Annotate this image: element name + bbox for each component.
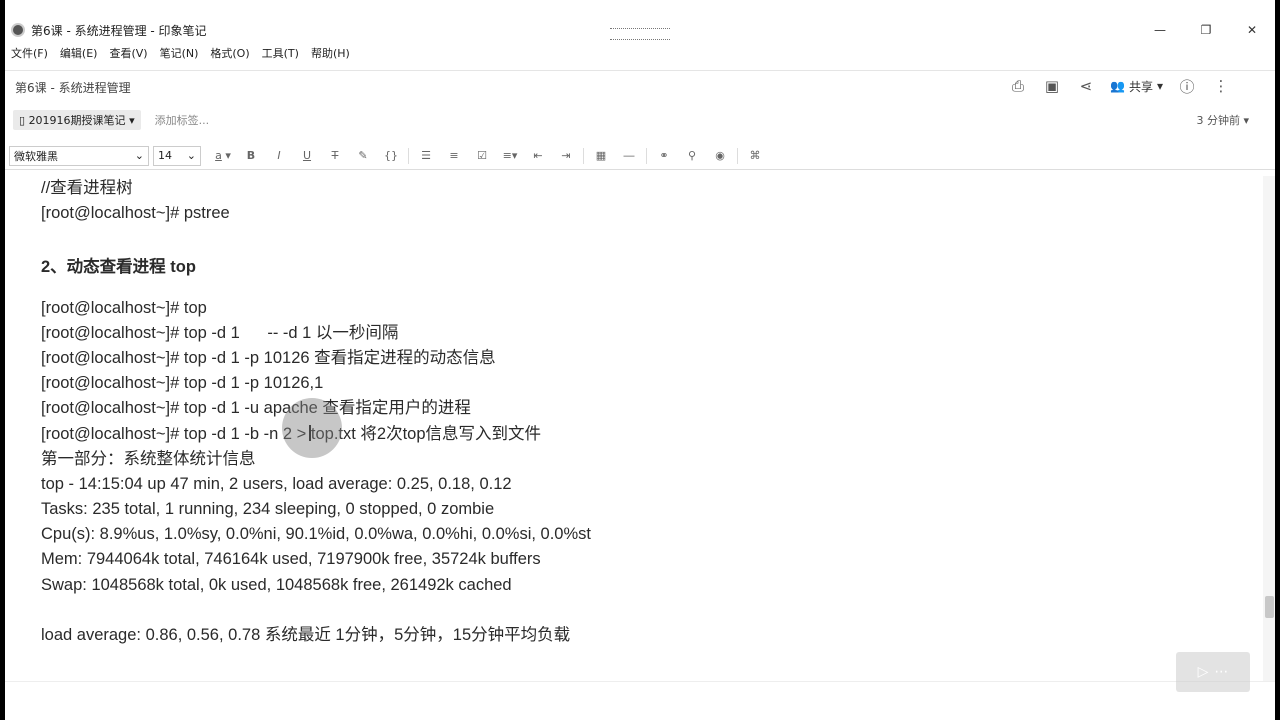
- link-icon[interactable]: ⚭: [650, 146, 678, 166]
- more-icon[interactable]: ⋮: [1211, 76, 1231, 96]
- bottom-area: [5, 681, 1275, 720]
- present-icon[interactable]: ▣: [1042, 76, 1062, 96]
- notebook-tag-row: ▯ 201916期授课笔记 ▾ 添加标签... 3 分钟前 ▾: [5, 106, 1275, 134]
- play-icon: ▷: [1197, 664, 1209, 680]
- tag-input[interactable]: 添加标签...: [155, 112, 210, 128]
- window-controls: — ❐ ✕: [1137, 18, 1275, 42]
- screen-border-right: [1275, 0, 1280, 720]
- bullet-list-icon[interactable]: ☰: [412, 146, 440, 166]
- menu-format[interactable]: 格式(O): [204, 44, 255, 64]
- note-title: 第6课 - 系统进程管理: [15, 81, 131, 95]
- updated-time[interactable]: 3 分钟前 ▾: [1196, 112, 1249, 128]
- text-line: Swap: 1048568k total, 0k used, 1048568k …: [41, 575, 512, 594]
- chevron-down-icon: ⌄: [186, 149, 196, 162]
- chevron-down-icon: ⌄: [134, 149, 144, 162]
- text-line: [root@localhost~]# top -d 1 -b -n 2 > to…: [41, 424, 542, 443]
- menu-view[interactable]: 查看(V): [103, 44, 153, 64]
- text-line: Mem: 7944064k total, 746164k used, 71979…: [41, 550, 541, 569]
- text-line: [root@localhost~]# top -d 1 -p 10126 查看指…: [41, 348, 496, 367]
- table-icon[interactable]: ▦: [587, 146, 615, 166]
- strikethrough-icon[interactable]: T: [321, 146, 349, 166]
- numbered-list-icon[interactable]: ≡: [440, 146, 468, 166]
- print-icon[interactable]: ⎙: [1008, 76, 1028, 96]
- text-cursor: [309, 425, 319, 441]
- text-line: [root@localhost~]# top -d 1 -p 10126,1: [41, 374, 324, 393]
- section-heading: 2、动态查看进程 top: [41, 257, 196, 276]
- updated-label: 3 分钟前: [1196, 114, 1240, 127]
- toolbar-divider: [583, 147, 584, 164]
- font-size-select[interactable]: 14 ⌄: [153, 145, 201, 166]
- window-title: 第6课 - 系统进程管理 - 印象笔记: [31, 23, 207, 38]
- share-label: 共享: [1128, 79, 1153, 94]
- align-icon[interactable]: ≡▾: [496, 146, 524, 166]
- notebook-selector[interactable]: ▯ 201916期授课笔记 ▾: [13, 110, 141, 130]
- notebook-name: 201916期授课笔记: [28, 114, 126, 127]
- text-line: Tasks: 235 total, 1 running, 234 sleepin…: [41, 500, 495, 519]
- menu-bar: 文件(F) 编辑(E) 查看(V) 笔记(N) 格式(O) 工具(T) 帮助(H…: [5, 44, 1275, 64]
- menu-tools[interactable]: 工具(T): [256, 44, 305, 64]
- text-line: [root@localhost~]# pstree: [41, 204, 230, 223]
- maximize-button[interactable]: ❐: [1183, 18, 1229, 42]
- font-size-value: 14: [158, 149, 172, 162]
- watermark-controls: ▷ ⋯: [1176, 652, 1250, 692]
- note-header: 第6课 - 系统进程管理 ⎙ ▣ ⋖ 👥 共享 ▾ ⓘ ⋮: [5, 70, 1275, 104]
- indent-icon[interactable]: ⇥: [552, 146, 580, 166]
- highlight-icon[interactable]: ✎: [349, 146, 377, 166]
- toolbar-divider: [646, 147, 647, 164]
- menu-edit[interactable]: 编辑(E): [54, 44, 104, 64]
- text-color-icon[interactable]: a ▾: [209, 146, 237, 166]
- menu-file[interactable]: 文件(F): [5, 44, 54, 64]
- outdent-icon[interactable]: ⇤: [524, 146, 552, 166]
- notebook-icon: ▯: [19, 114, 26, 127]
- bold-icon[interactable]: B: [237, 146, 265, 166]
- text-line: 第一部分：系统整体统计信息: [41, 449, 256, 468]
- checkbox-icon[interactable]: ☑: [468, 146, 496, 166]
- text-line: [root@localhost~]# top: [41, 298, 207, 317]
- font-family-select[interactable]: 微软雅黑 ⌄: [9, 145, 149, 166]
- minimize-button[interactable]: —: [1137, 18, 1183, 42]
- toolbar-divider: [737, 147, 738, 164]
- app-icon: [11, 23, 25, 37]
- horizontal-rule-icon[interactable]: ―: [615, 146, 643, 166]
- toolbar-divider: [408, 147, 409, 164]
- text-line: //查看进程树: [41, 179, 133, 197]
- underline-icon[interactable]: U: [293, 146, 321, 166]
- text-line: load average: 0.86, 0.56, 0.78 系统最近 1分钟，…: [41, 626, 571, 644]
- code-icon[interactable]: {}: [377, 146, 405, 166]
- italic-icon[interactable]: I: [265, 146, 293, 166]
- share-button[interactable]: 👥 共享 ▾: [1110, 78, 1163, 95]
- font-family-value: 微软雅黑: [14, 149, 58, 163]
- attachment-icon[interactable]: ⚲: [678, 146, 706, 166]
- scrollbar-thumb[interactable]: [1265, 596, 1274, 618]
- share-icon[interactable]: ⋖: [1076, 76, 1096, 96]
- more-icon: ⋯: [1214, 664, 1229, 680]
- info-icon[interactable]: ⓘ: [1177, 76, 1197, 96]
- command-icon[interactable]: ⌘: [741, 146, 769, 166]
- menu-help[interactable]: 帮助(H): [305, 44, 356, 64]
- menu-note[interactable]: 笔记(N): [154, 44, 205, 64]
- people-icon: 👥: [1110, 79, 1125, 93]
- close-button[interactable]: ✕: [1229, 18, 1275, 42]
- text-line: [root@localhost~]# top -d 1 -u apache 查看…: [41, 399, 471, 418]
- record-icon[interactable]: ◉: [706, 146, 734, 166]
- note-actions: ⎙ ▣ ⋖ 👥 共享 ▾ ⓘ ⋮: [1008, 76, 1231, 96]
- note-body[interactable]: //查看进程树 [root@localhost~]# pstree 2、动态查看…: [5, 176, 1255, 681]
- chevron-down-icon: ▾: [129, 114, 135, 127]
- format-toolbar: 微软雅黑 ⌄ 14 ⌄ a ▾ B I U T ✎ {} ☰ ≡ ☑ ≡▾ ⇤ …: [5, 142, 1275, 170]
- text-line: [root@localhost~]# top -d 1 -- -d 1 以一秒间…: [41, 323, 399, 342]
- drag-grip[interactable]: [610, 28, 670, 40]
- vertical-scrollbar[interactable]: [1263, 176, 1275, 681]
- text-line: top - 14:15:04 up 47 min, 2 users, load …: [41, 474, 512, 493]
- text-line: Cpu(s): 8.9%us, 1.0%sy, 0.0%ni, 90.1%id,…: [41, 525, 591, 544]
- app-window: 第6课 - 系统进程管理 - 印象笔记 — ❐ ✕ 文件(F) 编辑(E) 查看…: [5, 0, 1275, 720]
- chevron-down-icon: ▾: [1156, 79, 1163, 93]
